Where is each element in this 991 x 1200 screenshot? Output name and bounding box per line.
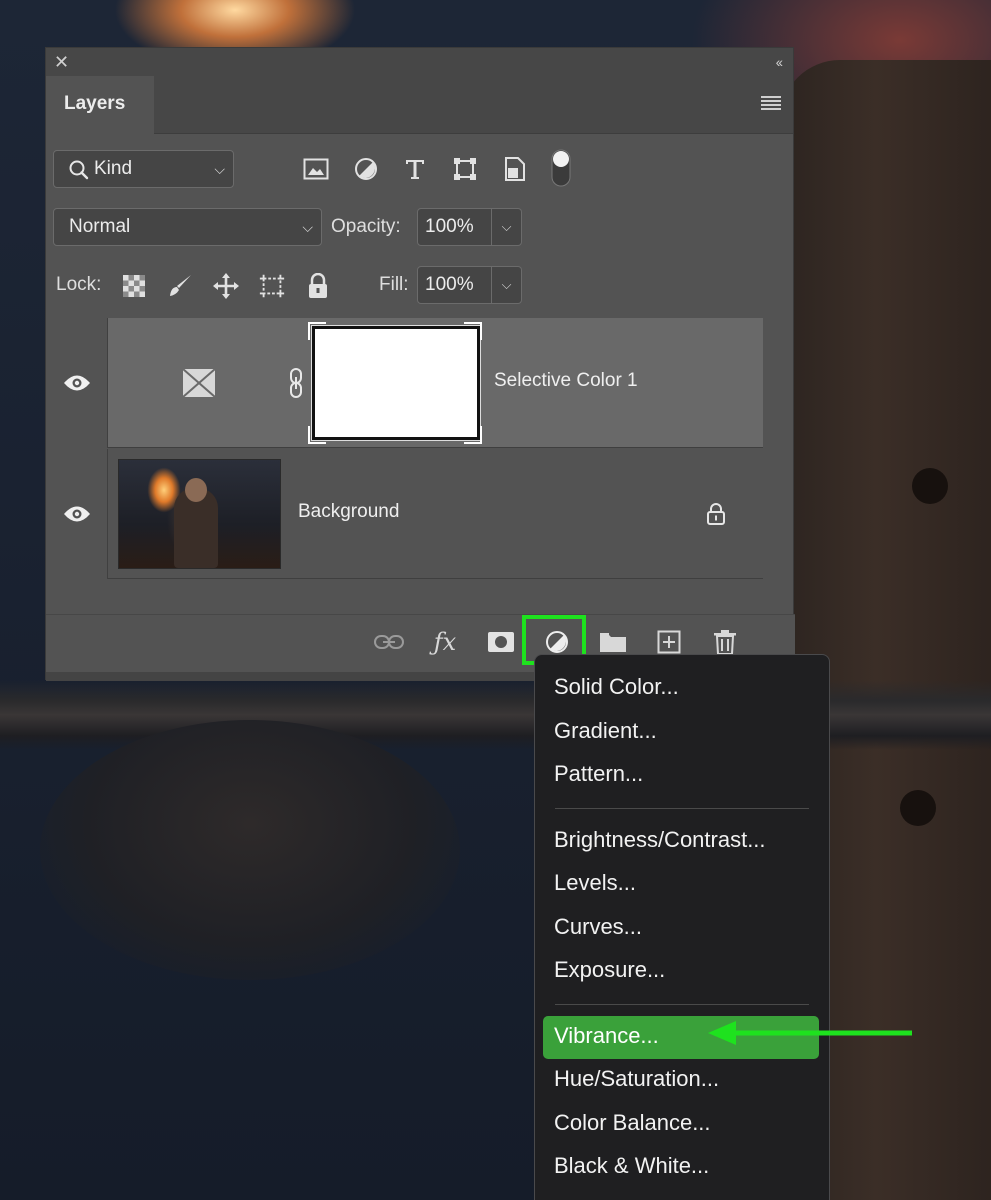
layer-style-fx-icon[interactable]: ƒx bbox=[428, 625, 462, 659]
menu-item-hue-saturation[interactable]: Hue/Saturation... bbox=[535, 1059, 829, 1103]
collapse-panel-icon[interactable]: ‹‹ bbox=[776, 51, 783, 73]
lock-label: Lock: bbox=[56, 274, 102, 295]
blend-mode-value: Normal bbox=[69, 216, 131, 237]
filter-kind-select[interactable]: Kind ⌵ bbox=[53, 150, 234, 188]
tab-layers[interactable]: Layers bbox=[46, 76, 154, 134]
fill-label: Fill: bbox=[379, 274, 409, 295]
menu-item-color-balance[interactable]: Color Balance... bbox=[535, 1103, 829, 1147]
menu-item-curves[interactable]: Curves... bbox=[535, 907, 829, 951]
thumbnail-head bbox=[185, 478, 207, 502]
menu-item-black-white[interactable]: Black & White... bbox=[535, 1146, 829, 1190]
adjustment-layer-filter-icon[interactable] bbox=[351, 154, 381, 184]
lock-transparent-pixels-icon[interactable] bbox=[120, 272, 148, 300]
mask-corner-marker bbox=[464, 426, 482, 444]
type-layer-filter-icon[interactable] bbox=[400, 154, 430, 184]
opacity-input[interactable]: 100% bbox=[417, 208, 492, 246]
menu-item-levels[interactable]: Levels... bbox=[535, 863, 829, 907]
filter-kind-label: Kind bbox=[94, 158, 133, 179]
annotation-arrow-icon bbox=[708, 1021, 912, 1045]
close-icon[interactable]: ✕ bbox=[54, 51, 69, 73]
menu-item-exposure[interactable]: Exposure... bbox=[535, 950, 829, 994]
menu-item-pattern[interactable]: Pattern... bbox=[535, 754, 829, 798]
menu-item-gradient[interactable]: Gradient... bbox=[535, 711, 829, 755]
add-mask-icon[interactable] bbox=[484, 625, 518, 659]
opacity-dropdown-button[interactable]: ⌵ bbox=[492, 208, 522, 246]
mask-corner-marker bbox=[308, 322, 326, 340]
lock-image-pixels-icon[interactable] bbox=[166, 272, 194, 300]
eye-icon bbox=[63, 375, 90, 391]
fill-input[interactable]: 100% bbox=[417, 266, 492, 304]
eye-icon bbox=[63, 506, 90, 522]
blend-row: Normal ⌵ Opacity: 100% ⌵ bbox=[53, 208, 773, 248]
lock-all-icon[interactable] bbox=[304, 272, 332, 300]
link-layers-icon[interactable] bbox=[372, 625, 406, 659]
fill-dropdown-button[interactable]: ⌵ bbox=[492, 266, 522, 304]
panel-tab-bar: Layers bbox=[46, 76, 793, 134]
panel-menu-icon[interactable] bbox=[761, 96, 781, 110]
hand-shape bbox=[40, 720, 460, 980]
menu-item-solid-color[interactable]: Solid Color... bbox=[535, 667, 829, 711]
layer-image-thumbnail[interactable] bbox=[118, 459, 281, 569]
menu-item-photo-filter[interactable]: Photo Filter... bbox=[535, 1190, 829, 1200]
visibility-toggle[interactable] bbox=[46, 449, 108, 579]
opacity-label: Opacity: bbox=[331, 216, 401, 237]
layer-row-background[interactable]: Background bbox=[46, 449, 763, 579]
chevron-down-icon: ⌵ bbox=[214, 161, 225, 177]
search-icon bbox=[69, 160, 89, 180]
pixel-layer-filter-icon[interactable] bbox=[301, 154, 331, 184]
visibility-toggle[interactable] bbox=[46, 318, 108, 448]
lock-row: Lock: Fill: 100% ⌵ bbox=[56, 266, 776, 306]
jacket-button bbox=[912, 468, 948, 504]
filter-toggle-icon[interactable] bbox=[546, 148, 576, 188]
layers-list: Selective Color 1 Background bbox=[46, 318, 763, 614]
lock-artboard-icon[interactable] bbox=[258, 272, 286, 300]
smart-object-filter-icon[interactable] bbox=[500, 154, 530, 184]
panel-title-bar: ✕ ‹‹ bbox=[46, 48, 793, 76]
layer-row-selective-color[interactable]: Selective Color 1 bbox=[46, 318, 763, 448]
menu-item-brightness-contrast[interactable]: Brightness/Contrast... bbox=[535, 820, 829, 864]
layer-mask-thumbnail[interactable] bbox=[311, 325, 481, 441]
mask-corner-marker bbox=[464, 322, 482, 340]
layer-filter-row: Kind ⌵ bbox=[53, 148, 773, 190]
lock-position-icon[interactable] bbox=[212, 272, 240, 300]
blend-mode-select[interactable]: Normal ⌵ bbox=[53, 208, 322, 246]
chevron-down-icon: ⌵ bbox=[302, 219, 313, 235]
mask-corner-marker bbox=[308, 426, 326, 444]
layer-name[interactable]: Selective Color 1 bbox=[494, 370, 638, 392]
chain-link-icon[interactable] bbox=[288, 368, 304, 398]
layer-name[interactable]: Background bbox=[298, 501, 399, 523]
layers-panel: ✕ ‹‹ Layers Kind ⌵ Normal ⌵ Opacity: 100… bbox=[45, 47, 795, 681]
adjustment-layer-menu: Solid Color... Gradient... Pattern... Br… bbox=[534, 654, 830, 1200]
lock-icon bbox=[707, 503, 725, 525]
shape-layer-filter-icon[interactable] bbox=[450, 154, 480, 184]
adjustment-thumbnail-icon[interactable] bbox=[182, 368, 216, 398]
menu-separator bbox=[555, 1003, 809, 1005]
jacket-button bbox=[900, 790, 936, 826]
menu-separator bbox=[555, 807, 809, 809]
